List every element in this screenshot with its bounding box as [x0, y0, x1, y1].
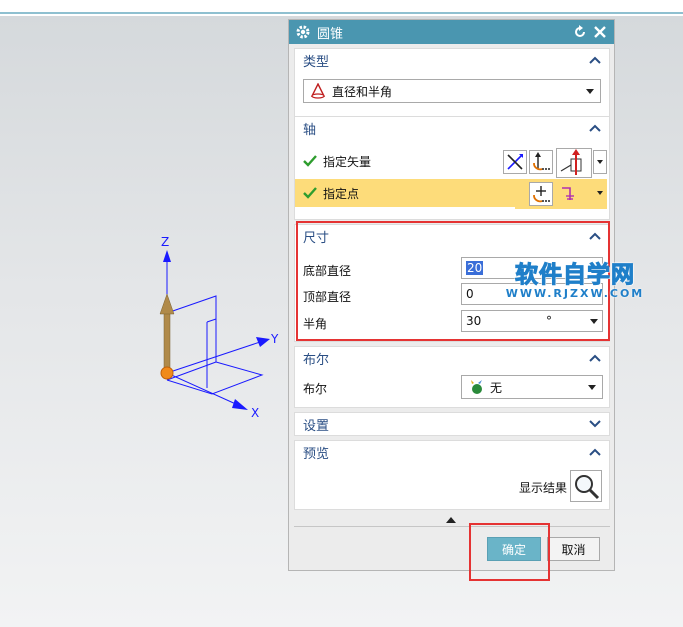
checkmark-icon — [303, 155, 317, 167]
footer-divider — [294, 526, 610, 527]
chevron-up-icon — [589, 354, 601, 362]
watermark: 软件自学网 WWW.RJZXW.COM — [500, 255, 650, 301]
chevron-up-icon — [589, 124, 601, 132]
point-type-button[interactable] — [556, 182, 592, 206]
cone-icon — [310, 83, 326, 99]
cone-axis-vector — [159, 293, 175, 375]
dialog-titlebar: 圆锥 — [289, 20, 614, 44]
y-axis-label: Y — [270, 332, 279, 346]
cancel-button[interactable]: 取消 — [547, 537, 600, 561]
boolean-section: 布尔 布尔 无 — [294, 346, 610, 408]
preview-section-header[interactable]: 预览 — [295, 441, 609, 463]
boolean-label: 布尔 — [303, 382, 328, 396]
settings-section: 设置 — [294, 412, 610, 436]
x-axis: X — [166, 372, 259, 420]
close-icon — [594, 26, 606, 38]
reset-button[interactable] — [572, 24, 588, 40]
axis-section-header[interactable]: 轴 — [295, 117, 609, 139]
point-type-dropdown[interactable] — [593, 182, 607, 206]
boolean-dropdown[interactable]: 无 — [461, 375, 603, 399]
coordinate-triad[interactable]: Z Y X — [140, 230, 290, 430]
ok-annotation-box — [469, 523, 550, 581]
gear-icon — [296, 25, 310, 39]
x-axis-label: X — [251, 406, 259, 420]
type-dropdown-value: 直径和半角 — [332, 84, 393, 99]
point-dialog-icon — [533, 186, 550, 203]
magnifier-icon — [575, 475, 600, 500]
chevron-down-icon — [597, 191, 603, 195]
y-axis: Y — [166, 332, 279, 374]
show-result-label: 显示结果 — [519, 481, 568, 495]
boolean-none-icon — [471, 380, 482, 394]
origin-point[interactable] — [160, 366, 174, 380]
settings-section-header[interactable]: 设置 — [295, 413, 609, 435]
vector-dialog-icon — [533, 152, 550, 171]
specify-vector-label: 指定矢量 — [323, 154, 372, 169]
checkmark-icon — [303, 187, 317, 199]
window-top-strip — [0, 0, 683, 14]
chevron-up-icon — [589, 448, 601, 456]
boolean-dropdown-value: 无 — [490, 380, 503, 395]
watermark-sub: WWW.RJZXW.COM — [505, 287, 645, 300]
show-result-button[interactable] — [570, 470, 602, 502]
z-axis-label: Z — [161, 235, 169, 249]
specify-point-row[interactable]: 指定点 — [295, 179, 515, 207]
point-constructor-button[interactable] — [529, 182, 553, 206]
inferred-vector-button[interactable] — [503, 150, 527, 174]
watermark-main: 软件自学网 — [515, 262, 635, 289]
chevron-down-icon — [586, 88, 594, 94]
chevron-down-icon — [589, 420, 601, 428]
preview-section: 预览 显示结果 — [294, 440, 610, 510]
vector-type-dropdown[interactable] — [593, 150, 607, 174]
reset-icon — [575, 25, 585, 37]
axis-section: 轴 指定矢量 指定点 — [294, 116, 610, 220]
chevron-down-icon — [597, 160, 603, 164]
collapse-up-icon[interactable] — [445, 516, 457, 524]
zc-axis-icon — [560, 149, 582, 175]
specify-point-label: 指定点 — [323, 186, 360, 201]
inferred-vector-icon — [507, 154, 523, 170]
boolean-section-header[interactable]: 布尔 — [295, 347, 609, 369]
zc-axis-button[interactable] — [556, 148, 592, 178]
close-button[interactable] — [592, 24, 608, 40]
dialog-title: 圆锥 — [317, 26, 344, 42]
inferred-point-icon — [562, 187, 574, 200]
chevron-down-icon — [588, 384, 596, 390]
type-dropdown[interactable]: 直径和半角 — [303, 79, 601, 103]
chevron-up-icon — [589, 56, 601, 64]
type-section-header[interactable]: 类型 — [295, 49, 609, 71]
vector-constructor-button[interactable] — [529, 150, 553, 174]
